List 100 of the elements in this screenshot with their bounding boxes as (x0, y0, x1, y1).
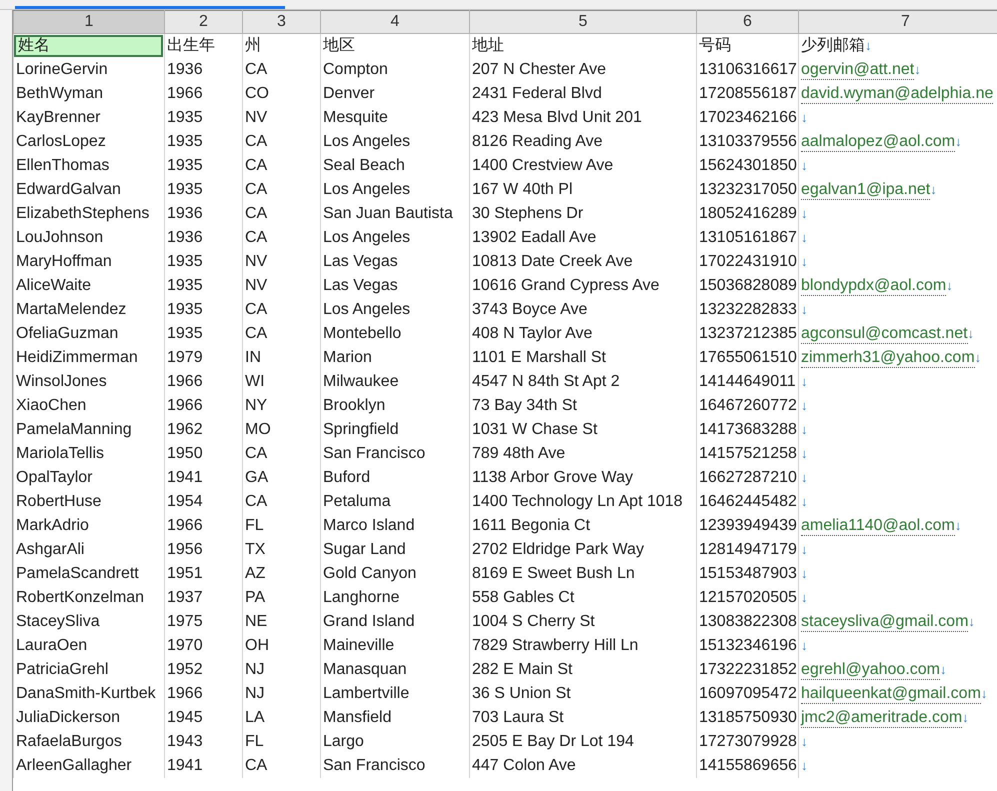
header-cell[interactable]: 地区 (323, 36, 355, 56)
email-link[interactable]: staceysliva@gmail.com (801, 612, 968, 632)
line-break-marker: ↓ (801, 638, 808, 653)
line-break-marker: ↓ (980, 686, 988, 700)
table-cell: 10616 Grand Cypress Ave (472, 276, 660, 296)
line-break-marker: ↓ (801, 446, 808, 461)
table-cell: CO (245, 84, 269, 104)
table-cell: CA (245, 132, 268, 152)
email-link[interactable]: hailqueenkat@gmail.com (801, 684, 981, 704)
table-cell: 16467260772 (699, 396, 797, 416)
email-link[interactable]: ogervin@att.net (801, 60, 914, 80)
email-link[interactable]: zimmerh31@yahoo.com (801, 348, 975, 368)
table-cell: 3743 Boyce Ave (472, 300, 588, 320)
email-link[interactable]: jmc2@ameritrade.com (801, 708, 962, 728)
table-cell: 1400 Technology Ln Apt 1018 (472, 492, 683, 512)
table-cell: Los Angeles (323, 300, 410, 320)
email-link[interactable]: amelia1140@aol.com (801, 516, 955, 536)
table-cell: 282 E Main St (472, 660, 572, 680)
line-break-marker: ↓ (946, 278, 953, 292)
table-cell: Compton (323, 60, 388, 80)
table-cell: 1954 (167, 492, 203, 512)
table-cell: 18052416289 (699, 204, 797, 224)
table-cell: Los Angeles (323, 228, 410, 248)
table-cell: RafaelaBurgos (16, 732, 122, 752)
table-cell: 17322231852 (699, 660, 797, 680)
table-cell: 1935 (167, 324, 203, 344)
header-cell[interactable]: 地址 (472, 36, 504, 56)
header-cell[interactable]: 州 (245, 36, 261, 56)
table-cell: 12393949439 (699, 516, 797, 536)
header-cell[interactable]: 号码 (699, 36, 731, 56)
table-cell: 1966 (167, 372, 203, 392)
table-cell: 13106316617 (699, 60, 797, 80)
table-cell: 1138 Arbor Grove Way (472, 468, 633, 488)
email-link[interactable]: egalvan1@ipa.net (801, 180, 930, 200)
table-cell: Maineville (323, 636, 394, 656)
table-cell: 17022431910 (699, 252, 797, 272)
email-link[interactable]: blondypdx@aol.com (801, 276, 946, 296)
table-cell: Sugar Land (323, 540, 406, 560)
table-cell: JuliaDickerson (16, 708, 120, 728)
line-break-marker: ↓ (801, 566, 808, 581)
table-cell: 15624301850 (699, 156, 797, 176)
table-cell: DanaSmith-Kurtbek (16, 684, 156, 704)
email-link[interactable]: david.wyman@adelphia.ne (801, 84, 994, 104)
table-cell: 1951 (167, 564, 203, 584)
table-cell: 30 Stephens Dr (472, 204, 584, 224)
table-cell: 8126 Reading Ave (472, 132, 602, 152)
table-cell: San Francisco (323, 444, 426, 464)
line-break-marker: ↓ (801, 374, 808, 389)
table-cell: LorineGervin (16, 60, 108, 80)
table-cell: 13237212385 (699, 324, 797, 344)
table-cell: NY (245, 396, 268, 416)
table-cell: Las Vegas (323, 276, 398, 296)
table-cell: 15153487903 (699, 564, 797, 584)
column-header[interactable]: 3 (242, 10, 320, 34)
table-cell: GA (245, 468, 268, 488)
table-cell: RobertHuse (16, 492, 102, 512)
table-cell: 16627287210 (699, 468, 797, 488)
table-cell: 408 N Taylor Ave (472, 324, 592, 344)
table-cell: MartaMelendez (16, 300, 126, 320)
table-cell: MarkAdrio (16, 516, 89, 536)
email-link[interactable]: aalmalopez@aol.com (801, 132, 956, 152)
table-cell: WI (245, 372, 265, 392)
email-link[interactable]: agconsul@comcast.net (801, 324, 968, 344)
table-cell: OpalTaylor (16, 468, 92, 488)
column-header[interactable]: 1 (14, 10, 164, 34)
table-cell: 73 Bay 34th St (472, 396, 577, 416)
table-cell: MO (245, 420, 271, 440)
header-cell[interactable]: 出生年 (167, 36, 215, 56)
column-header[interactable]: 6 (696, 10, 798, 34)
column-header[interactable]: 7 (798, 10, 997, 34)
table-cell: Mesquite (323, 108, 388, 128)
table-cell: MaryHoffman (16, 252, 112, 272)
table-cell: IN (245, 348, 261, 368)
table-cell: 1400 Crestview Ave (472, 156, 614, 176)
column-header[interactable]: 5 (470, 10, 696, 34)
table-cell: 1970 (167, 636, 203, 656)
table-cell: MariolaTellis (16, 444, 104, 464)
table-cell: 1935 (167, 252, 203, 272)
header-cell[interactable]: 少列邮箱 (801, 36, 865, 56)
table-cell: San Francisco (323, 756, 426, 776)
line-break-marker: ↓ (801, 758, 808, 773)
table-cell: RobertKonzelman (16, 588, 144, 608)
column-header[interactable]: 2 (164, 10, 242, 34)
table-cell: 13103379556 (699, 132, 797, 152)
table-cell: TX (245, 540, 266, 560)
table-cell: ElizabethStephens (16, 204, 150, 224)
table-cell: 1936 (167, 228, 203, 248)
table-cell: PamelaManning (16, 420, 132, 440)
line-break-marker: ↓ (940, 662, 946, 676)
table-cell: EdwardGalvan (16, 180, 121, 200)
email-link[interactable]: egrehl@yahoo.com (801, 660, 940, 680)
column-header[interactable]: 4 (320, 10, 470, 34)
table-cell: 1031 W Chase St (472, 420, 598, 440)
line-break-marker: ↓ (801, 734, 808, 749)
header-cell[interactable]: 姓名 (14, 35, 163, 57)
table-cell: 17023462166 (699, 108, 797, 128)
table-cell: 12157020505 (699, 588, 797, 608)
table-cell: NJ (245, 660, 265, 680)
table-cell: Grand Island (323, 612, 415, 632)
table-cell: 1979 (167, 348, 203, 368)
